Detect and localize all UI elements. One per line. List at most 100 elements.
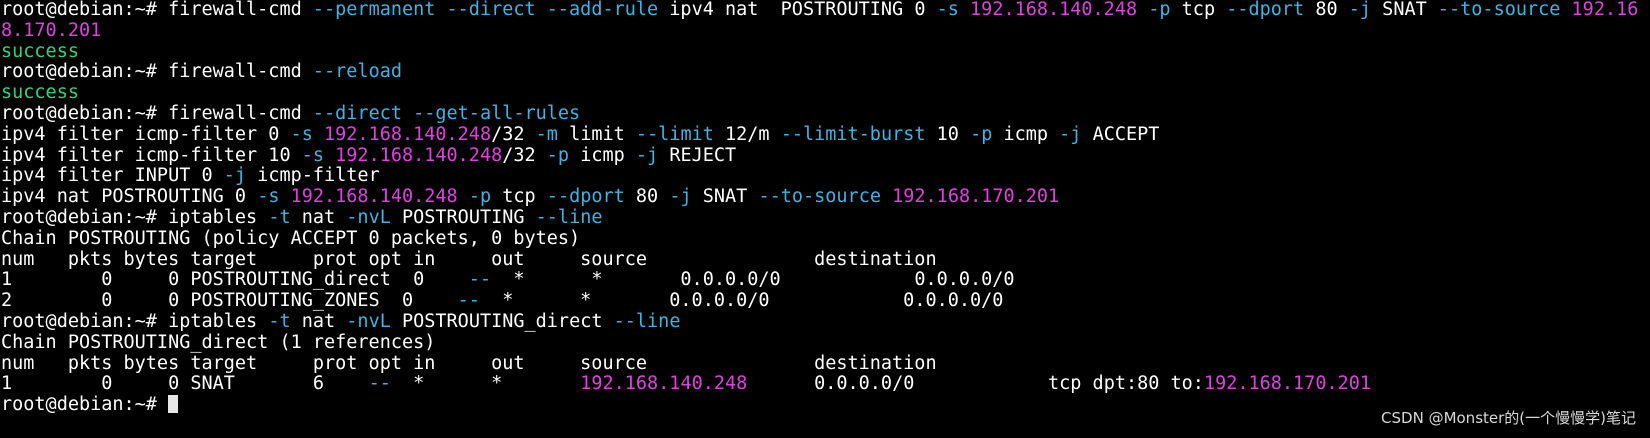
option-flag: -p	[546, 144, 570, 166]
terminal-text: SNAT	[691, 186, 759, 208]
terminal-text: ipv4 filter icmp-filter 10	[1, 144, 302, 166]
ip-address: 8.170.201	[1, 19, 102, 41]
option-flag: -j	[223, 165, 247, 187]
option-flag: -t	[268, 206, 291, 228]
ip-address: 192.16	[1571, 0, 1639, 20]
terminal-text: /32	[491, 123, 536, 145]
success-text: success	[1, 82, 79, 104]
terminal-line-command: root@debian:~# firewall-cmd --direct --g…	[1, 102, 1638, 125]
terminal-window[interactable]: root@debian:~# firewall-cmd --permanent …	[1, 0, 1638, 416]
terminal-line-output: Chain POSTROUTING_direct (1 references)	[1, 331, 1638, 354]
terminal-line-output: success	[1, 82, 1638, 104]
terminal-text: icmp	[992, 123, 1060, 145]
terminal-text: icmp-filter	[246, 165, 380, 187]
ip-address: 192.168.140.248	[290, 186, 458, 208]
terminal-text: nat	[290, 206, 347, 228]
watermark-text: CSDN @Monster的(一个慢慢学)笔记	[1381, 409, 1636, 427]
option-flag: -j	[635, 144, 659, 166]
option-flag: -t	[268, 310, 291, 332]
terminal-text: ipv4 nat POSTROUTING 0	[1, 186, 258, 208]
terminal-line-output: ipv4 nat POSTROUTING 0 -s 192.168.140.24…	[1, 186, 1638, 208]
terminal-text: 1 0 0 POSTROUTING_direct 0	[1, 269, 469, 291]
terminal-text: root@debian:~# firewall-cmd	[1, 102, 313, 124]
terminal-text: ACCEPT	[1081, 123, 1160, 145]
terminal-line-output: 1 0 0 SNAT 6 -- * * 192.168.140.248 0.0.…	[1, 373, 1638, 395]
terminal-text: 80	[624, 186, 670, 208]
terminal-text: * *	[390, 373, 581, 395]
terminal-line-output: ipv4 filter icmp-filter 10 -s 192.168.14…	[1, 144, 1638, 167]
option-flag: -p	[970, 123, 993, 145]
option-flag: --direct --get-all-rules	[312, 102, 581, 124]
terminal-text: 12/m	[713, 123, 781, 145]
terminal-line-command: root@debian:~# firewall-cmd --permanent …	[1, 0, 1638, 21]
terminal-text: root@debian:~# iptables	[1, 206, 269, 228]
option-flag: --to-source	[758, 186, 881, 208]
terminal-text: root@debian:~# firewall-cmd	[1, 61, 313, 83]
option-flag: --line	[613, 310, 681, 332]
option-flag: -nvL	[346, 310, 391, 332]
terminal-text: ipv4 filter INPUT 0	[1, 165, 224, 187]
terminal-cursor[interactable]	[168, 395, 179, 414]
option-flag: --dport	[546, 186, 625, 208]
terminal-line-output: num pkts bytes target prot opt in out so…	[1, 352, 1638, 375]
option-flag: -s	[257, 186, 280, 208]
option-flag: --to-source	[1437, 0, 1561, 20]
terminal-text: tcp	[491, 186, 547, 208]
success-text: success	[1, 40, 79, 62]
terminal-text: root@debian:~#	[1, 394, 169, 416]
option-flag: -m	[535, 123, 558, 145]
option-flag: --	[457, 290, 480, 312]
terminal-text: root@debian:~# firewall-cmd	[1, 0, 313, 20]
terminal-line-output: success	[1, 40, 1638, 63]
terminal-text: nat	[290, 310, 347, 332]
ip-address: 192.168.140.248	[580, 373, 748, 395]
terminal-text: tcp	[1170, 0, 1227, 20]
option-flag: --line	[535, 206, 603, 228]
terminal-text: POSTROUTING_direct	[390, 310, 614, 332]
option-flag: -p	[1148, 0, 1171, 20]
terminal-text: REJECT	[658, 144, 737, 166]
option-flag: -j	[669, 186, 692, 208]
terminal-text: num pkts bytes target prot opt in out so…	[1, 248, 937, 270]
terminal-text: Chain POSTROUTING (policy ACCEPT 0 packe…	[1, 227, 581, 249]
terminal-line-output: num pkts bytes target prot opt in out so…	[1, 248, 1638, 271]
terminal-text: * * 0.0.0.0/0 0.0.0.0/0	[491, 269, 1015, 291]
terminal-text: ipv4 filter icmp-filter 0	[1, 123, 291, 145]
option-flag: -nvL	[346, 206, 391, 228]
ip-address: 192.168.140.248	[970, 0, 1138, 20]
terminal-text: 2 0 0 POSTROUTING_ZONES 0	[1, 290, 458, 312]
ip-address: 192.168.140.248	[335, 144, 503, 166]
option-flag: --limit-burst	[780, 123, 926, 145]
terminal-line-output: ipv4 filter INPUT 0 -j icmp-filter	[1, 165, 1638, 187]
terminal-text: num pkts bytes target prot opt in out so…	[1, 352, 937, 374]
option-flag: --limit	[635, 123, 714, 145]
terminal-text: 0.0.0.0/0 tcp dpt:80 to:	[747, 373, 1204, 395]
option-flag: --permanent --direct --add-rule	[312, 0, 659, 20]
terminal-line-command: root@debian:~# firewall-cmd --reload	[1, 61, 1638, 83]
option-flag: -p	[468, 186, 492, 208]
terminal-line-output: 2 0 0 POSTROUTING_ZONES 0 -- * * 0.0.0.0…	[1, 290, 1638, 312]
terminal-text: POSTROUTING	[390, 206, 536, 228]
terminal-text: /32	[502, 144, 547, 166]
terminal-line-wrap: 8.170.201	[1, 19, 1638, 42]
terminal-line-command: root@debian:~# iptables -t nat -nvL POST…	[1, 310, 1638, 333]
option-flag: -j	[1348, 0, 1372, 20]
terminal-line-output: Chain POSTROUTING (policy ACCEPT 0 packe…	[1, 227, 1638, 250]
ip-address: 192.168.140.248	[324, 123, 492, 145]
terminal-text: 10	[925, 123, 971, 145]
terminal-text: * * 0.0.0.0/0 0.0.0.0/0	[479, 290, 1004, 312]
terminal-line-output: 1 0 0 POSTROUTING_direct 0 -- * * 0.0.0.…	[1, 269, 1638, 291]
option-flag: -s	[290, 123, 313, 145]
terminal-text: 1 0 0 SNAT 6	[1, 373, 369, 395]
terminal-line-output: ipv4 filter icmp-filter 0 -s 192.168.140…	[1, 123, 1638, 146]
terminal-text: Chain POSTROUTING_direct (1 references)	[1, 331, 436, 353]
option-flag: --	[468, 269, 492, 291]
